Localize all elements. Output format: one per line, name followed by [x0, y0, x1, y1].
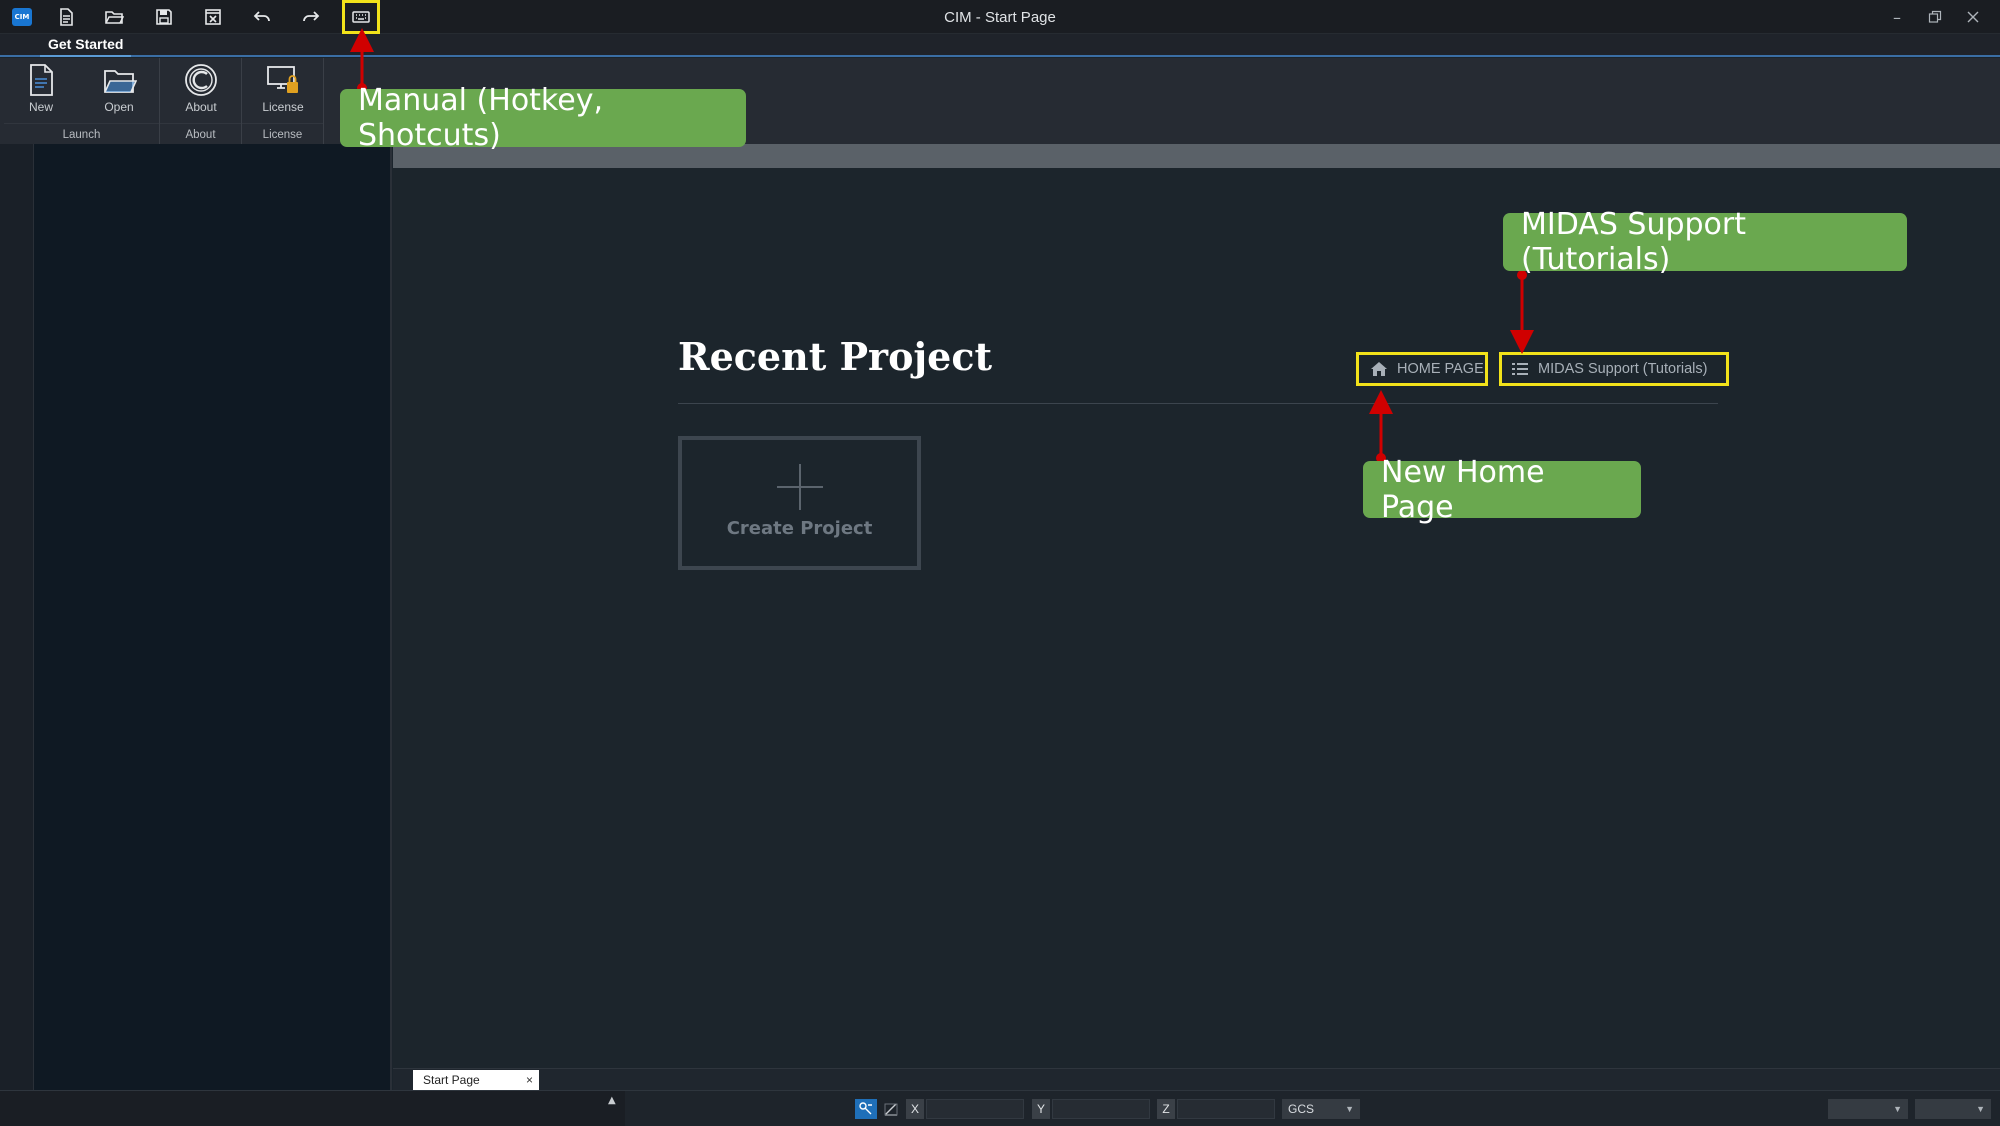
- coordinate-system-select[interactable]: GCS ▼: [1282, 1099, 1360, 1119]
- license-button[interactable]: License: [254, 62, 312, 120]
- minimize-icon: –: [1893, 7, 1901, 27]
- ribbon: New Open Launch About About License Lice…: [0, 58, 2000, 144]
- unit-select-1[interactable]: ▼: [1828, 1099, 1908, 1119]
- home-callout-text: New Home Page: [1381, 454, 1545, 525]
- x-coord-field[interactable]: [926, 1099, 1024, 1119]
- app-window: CIM CIM - Start Page – Get Started New O…: [0, 0, 2000, 1126]
- ribbon-group-about: About About: [160, 58, 242, 144]
- ribbon-group-launch: New Open Launch: [4, 58, 160, 144]
- coordinate-system-value: GCS: [1288, 1102, 1315, 1116]
- recent-project-title: Recent Project: [678, 334, 993, 379]
- plus-icon: [776, 464, 823, 510]
- status-message-area: ▲: [0, 1091, 625, 1126]
- chevron-down-icon: ▼: [1976, 1104, 1985, 1114]
- x-coord-label: X: [906, 1099, 924, 1119]
- tab-start-page[interactable]: Start Page ×: [413, 1070, 539, 1090]
- y-coord-field[interactable]: [1052, 1099, 1150, 1119]
- title-bar: CIM CIM - Start Page –: [0, 0, 2000, 34]
- left-panel: [34, 144, 392, 1090]
- license-icon: [267, 66, 298, 93]
- z-coord-field[interactable]: [1177, 1099, 1275, 1119]
- snap-toggle-button[interactable]: [855, 1099, 877, 1119]
- close-icon: [1967, 11, 1979, 23]
- home-page-label: HOME PAGE: [1397, 361, 1484, 377]
- window-title: CIM - Start Page: [944, 9, 1056, 26]
- home-icon: [1371, 362, 1387, 376]
- chevron-down-icon: ▼: [1893, 1104, 1902, 1114]
- close-window-button[interactable]: [1958, 6, 1988, 28]
- ribbon-group-license: License License: [242, 58, 324, 144]
- manual-callout-text: Manual (Hotkey, Shotcuts): [358, 83, 603, 153]
- tab-get-started[interactable]: Get Started: [40, 36, 132, 57]
- create-project-label: Create Project: [726, 518, 873, 539]
- midas-support-link[interactable]: MIDAS Support (Tutorials): [1499, 352, 1729, 386]
- open-button-label: Open: [104, 100, 134, 114]
- new-button[interactable]: New: [12, 62, 70, 120]
- home-page-link[interactable]: HOME PAGE: [1356, 352, 1488, 386]
- ribbon-tab-bar: Get Started: [0, 34, 2000, 57]
- new-button-label: New: [28, 100, 53, 114]
- close-tab-icon[interactable]: ×: [526, 1070, 533, 1090]
- snap-icon: [859, 1102, 872, 1115]
- about-button-label: About: [185, 100, 217, 114]
- midas-support-label: MIDAS Support (Tutorials): [1538, 361, 1708, 377]
- open-button[interactable]: Open: [90, 62, 148, 120]
- about-icon: [185, 64, 217, 96]
- ribbon-group-label-launch: Launch: [62, 129, 101, 141]
- support-callout-text: MIDAS Support (Tutorials): [1521, 207, 1746, 277]
- ribbon-group-label-about: About: [185, 129, 216, 141]
- grid-toggle-button[interactable]: [880, 1099, 902, 1119]
- restore-button[interactable]: [1920, 6, 1950, 28]
- ribbon-group-divider: [160, 123, 241, 124]
- restore-icon: [1928, 10, 1942, 23]
- unit-select-2[interactable]: ▼: [1915, 1099, 1991, 1119]
- support-callout: MIDAS Support (Tutorials): [1503, 207, 1907, 277]
- tab-start-page-label: Start Page: [423, 1073, 480, 1087]
- license-button-label: License: [262, 100, 304, 114]
- open-folder-icon: [104, 70, 137, 93]
- new-document-icon: [30, 64, 53, 96]
- home-callout: New Home Page: [1363, 455, 1641, 525]
- list-icon: [1512, 363, 1528, 375]
- angle-icon: [884, 1103, 898, 1116]
- start-page-content: Recent Project HOME PAGE MIDAS Support (…: [393, 144, 2000, 1068]
- z-coord-label: Z: [1157, 1099, 1175, 1119]
- about-button[interactable]: About: [172, 62, 230, 120]
- divider: [678, 403, 1718, 404]
- y-coord-label: Y: [1032, 1099, 1050, 1119]
- ribbon-group-label-license: License: [262, 129, 303, 141]
- ribbon-group-divider: [4, 123, 159, 124]
- chevron-down-icon: ▼: [1345, 1104, 1354, 1114]
- document-tab-bar: Start Page ×: [393, 1068, 2000, 1090]
- create-project-card[interactable]: Create Project: [678, 436, 921, 570]
- ribbon-group-divider: [242, 123, 323, 124]
- manual-callout: Manual (Hotkey, Shotcuts): [340, 83, 746, 153]
- left-dock-strip: [0, 144, 34, 1090]
- status-bar: ▲ X Y Z GCS ▼ ▼ ▼: [0, 1090, 2000, 1126]
- expand-caret-icon[interactable]: ▲: [608, 1095, 616, 1106]
- minimize-button[interactable]: –: [1882, 6, 1912, 28]
